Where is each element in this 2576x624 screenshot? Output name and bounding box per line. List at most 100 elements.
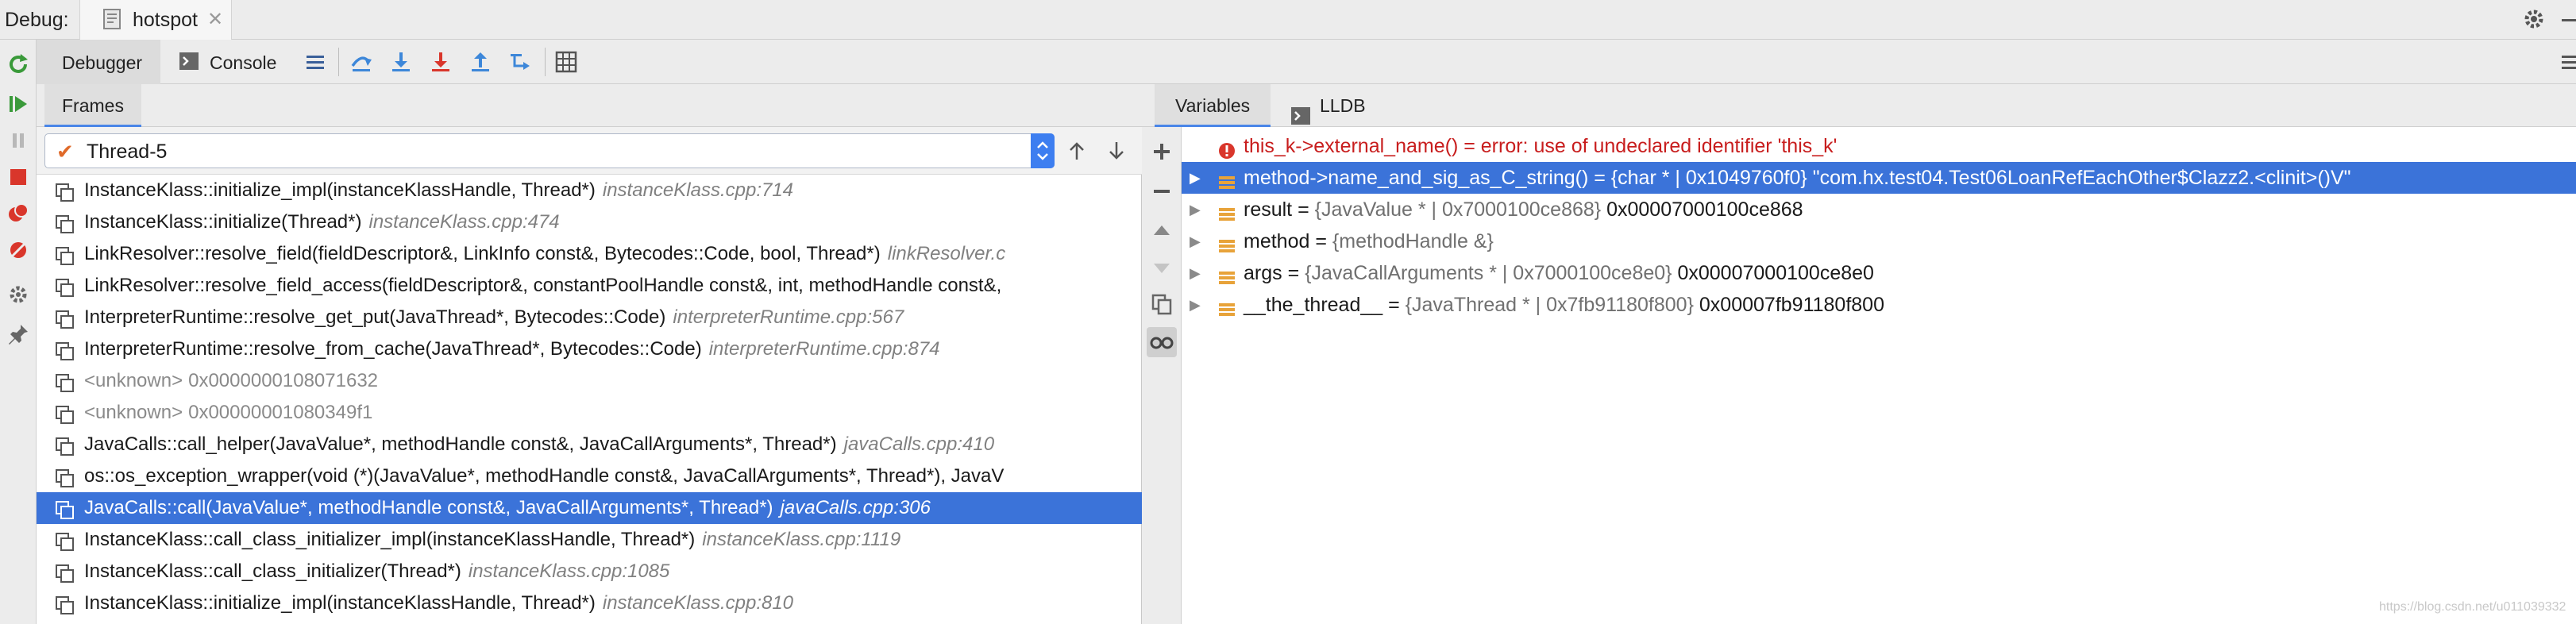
show-execution-point-icon[interactable] — [349, 50, 373, 74]
frame-row[interactable]: InstanceKlass::initialize(Thread*) instan… — [37, 206, 1142, 238]
stack-frame-icon — [56, 372, 75, 392]
thread-check-icon: ✔ — [56, 140, 74, 164]
tab-frames[interactable]: Frames — [44, 84, 141, 127]
tab-variables[interactable]: Variables — [1155, 84, 1271, 127]
menu-icon[interactable] — [303, 50, 327, 74]
frame-row-selected[interactable]: JavaCalls::call(JavaValue*, methodHandle… — [37, 492, 1142, 524]
variable-name: __the_thread__ — [1244, 294, 1383, 316]
expand-arrow-icon[interactable]: ▶ — [1190, 194, 1201, 225]
frame-row[interactable]: InstanceKlass::call_class_initializer(Th… — [37, 556, 1142, 587]
frame-name: LinkResolver::resolve_field_access(field… — [84, 275, 1002, 296]
view-breakpoints-icon[interactable] — [6, 202, 30, 225]
settings-icon[interactable] — [6, 283, 30, 306]
show-watches-icon[interactable] — [1147, 327, 1177, 357]
gear-icon[interactable] — [2522, 7, 2546, 35]
variable-type: {JavaValue * | 0x7000100ce868} — [1314, 198, 1602, 221]
layout-menu-icon[interactable] — [2562, 50, 2576, 78]
dropdown-arrows-icon[interactable] — [1031, 133, 1055, 168]
frame-location: instanceKlass.cpp:810 — [602, 592, 794, 614]
copy-icon[interactable] — [1150, 292, 1174, 316]
frame-address: 0x00000001080349f1 — [188, 402, 373, 423]
move-up-icon[interactable] — [1150, 219, 1174, 243]
frame-row[interactable]: InterpreterRuntime::resolve_from_cache(J… — [37, 333, 1142, 365]
frames-list: InstanceKlass::initialize_impl(instanceK… — [37, 175, 1142, 624]
frame-location: instanceKlass.cpp:714 — [602, 179, 794, 201]
pin-icon[interactable] — [6, 322, 30, 346]
field-icon — [1218, 264, 1236, 284]
frame-name: os::os_exception_wrapper(void (*)(JavaVa… — [84, 465, 1005, 487]
expand-arrow-icon[interactable]: ▶ — [1190, 225, 1201, 257]
variable-row-error[interactable]: this_k->external_name() = error: use of … — [1182, 130, 2576, 162]
error-icon — [1218, 137, 1236, 159]
expand-arrow-icon[interactable]: ▶ — [1190, 162, 1201, 194]
frame-row[interactable]: JavaCalls::call_helper(JavaValue*, metho… — [37, 429, 1142, 460]
thread-dropdown[interactable]: ✔ Thread-5 — [44, 133, 1055, 168]
move-down-icon[interactable] — [1150, 256, 1174, 279]
frames-header: Frames — [37, 84, 1142, 127]
stop-icon[interactable] — [6, 165, 30, 189]
frame-row[interactable]: InstanceKlass::call_class_initializer_im… — [37, 524, 1142, 556]
frame-location: interpreterRuntime.cpp:874 — [708, 338, 940, 360]
debug-action-toolbar — [0, 40, 37, 624]
minimize-icon[interactable] — [2562, 19, 2576, 21]
stack-frame-icon — [56, 403, 75, 424]
variables-header: Variables LLDB — [1142, 84, 2576, 127]
frame-name: InstanceKlass::initialize_impl(instanceK… — [84, 179, 596, 201]
frame-location: instanceKlass.cpp:474 — [368, 211, 560, 233]
debugger-toolbar: Debugger Console — [37, 40, 2576, 84]
frame-name: InstanceKlass::call_class_initializer(Th… — [84, 560, 461, 582]
tab-lldb-label: LLDB — [1320, 95, 1366, 116]
mute-breakpoints-icon[interactable] — [6, 238, 30, 262]
rerun-icon[interactable] — [6, 52, 30, 76]
frame-row[interactable]: LinkResolver::resolve_field_access(field… — [37, 270, 1142, 302]
step-out-icon[interactable] — [469, 50, 492, 74]
frame-row[interactable]: LinkResolver::resolve_field(fieldDescrip… — [37, 238, 1142, 270]
tab-console-label: Console — [210, 52, 277, 73]
pause-icon[interactable] — [6, 129, 30, 152]
close-icon[interactable]: ✕ — [207, 8, 223, 31]
frame-row[interactable]: InstanceKlass::initialize_impl(instanceK… — [37, 175, 1142, 206]
variable-type: {char * | 0x1049760f0} — [1610, 167, 1807, 189]
tab-debugger[interactable]: Debugger — [37, 40, 160, 84]
run-config-icon — [102, 8, 123, 34]
frame-name: InterpreterRuntime::resolve_get_put(Java… — [84, 306, 666, 328]
step-over-icon[interactable] — [389, 50, 413, 74]
step-into-icon[interactable] — [429, 50, 453, 74]
resume-icon[interactable] — [6, 92, 30, 116]
toolbar-divider — [545, 48, 546, 76]
debug-label: Debug: — [5, 9, 69, 31]
frame-row[interactable]: InstanceKlass::initialize_impl(instanceK… — [37, 587, 1142, 619]
variable-value: 0x00007000100ce8e0 — [1677, 262, 1874, 284]
session-tab-hotspot[interactable]: hotspot ✕ — [79, 0, 232, 40]
console-icon — [179, 52, 199, 75]
frame-location: javaCalls.cpp:306 — [780, 497, 931, 518]
next-frame-icon[interactable] — [1105, 140, 1128, 162]
stack-frame-icon — [56, 340, 75, 360]
variable-row[interactable]: ▶ __the_thread__ = {JavaThread * | 0x7fb… — [1182, 289, 2576, 321]
variable-type: {JavaCallArguments * | 0x7000100ce8e0} — [1305, 262, 1672, 284]
variable-value: 0x00007000100ce868 — [1606, 198, 1803, 221]
frame-location: linkResolver.c — [887, 243, 1006, 264]
frame-row[interactable]: <unknown> 0x00000001080349f1 — [37, 397, 1142, 429]
frame-row[interactable]: InterpreterRuntime::resolve_get_put(Java… — [37, 302, 1142, 333]
previous-frame-icon[interactable] — [1066, 140, 1088, 162]
frame-name: InstanceKlass::initialize_impl(instanceK… — [84, 592, 596, 614]
frame-row[interactable]: os::os_exception_wrapper(void (*)(JavaVa… — [37, 460, 1142, 492]
evaluate-expression-icon[interactable] — [554, 50, 578, 74]
variable-row-selected[interactable]: ▶ method->name_and_sig_as_C_string() = {… — [1182, 162, 2576, 194]
expand-arrow-icon[interactable]: ▶ — [1190, 289, 1201, 321]
add-watch-icon[interactable] — [1150, 140, 1174, 164]
variable-row[interactable]: ▶ method = {methodHandle &} — [1182, 225, 2576, 257]
variable-type: {methodHandle &} — [1332, 230, 1494, 252]
tab-console[interactable]: Console — [160, 40, 327, 84]
variable-name: args — [1244, 262, 1282, 284]
expand-arrow-icon[interactable]: ▶ — [1190, 257, 1201, 289]
variable-row[interactable]: ▶ args = {JavaCallArguments * | 0x700010… — [1182, 257, 2576, 289]
variable-row[interactable]: ▶ result = {JavaValue * | 0x7000100ce868… — [1182, 194, 2576, 225]
tab-debugger-label: Debugger — [62, 52, 143, 73]
stack-frame-icon — [56, 562, 75, 583]
frame-row[interactable]: <unknown> 0x0000000108071632 — [37, 365, 1142, 397]
run-to-cursor-icon[interactable] — [508, 50, 532, 74]
frame-location: javaCalls.cpp:410 — [843, 433, 995, 455]
remove-watch-icon[interactable] — [1150, 179, 1174, 203]
